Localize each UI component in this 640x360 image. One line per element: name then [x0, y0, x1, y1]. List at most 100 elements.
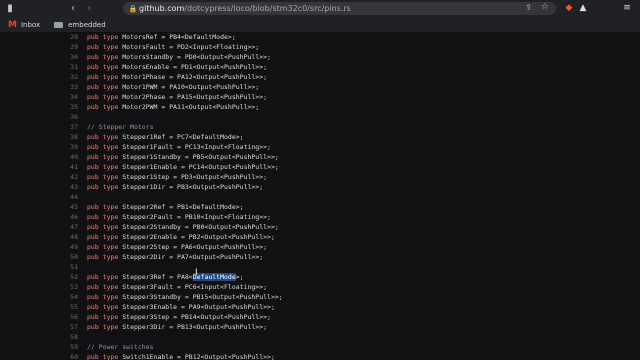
- back-icon[interactable]: ‹: [67, 1, 79, 15]
- line-number[interactable]: 55: [60, 302, 78, 312]
- line-code: pub type Stepper3Dir = PB13<Output<PushP…: [87, 323, 268, 331]
- line-number[interactable]: 41: [60, 162, 78, 172]
- line-code: pub type Stepper2Fault = PB10<Input<Floa…: [87, 213, 271, 221]
- line-number[interactable]: 37: [60, 122, 78, 132]
- code-line: 55 pub type Stepper3Enable = PA9<Output<P…: [0, 302, 640, 312]
- line-number[interactable]: 29: [60, 42, 78, 52]
- line-number[interactable]: 39: [60, 142, 78, 152]
- line-code: pub type Stepper2Enable = PB2<Output<Pus…: [87, 233, 275, 241]
- line-number[interactable]: 30: [60, 52, 78, 62]
- lock-icon: 🔒: [128, 4, 138, 13]
- line-code: pub type Stepper3Step = PB14<Output<Push…: [87, 313, 271, 321]
- line-code: pub type Stepper2Step = PA6<Output<PushP…: [87, 243, 268, 251]
- line-number[interactable]: 35: [60, 102, 78, 112]
- line-code: pub type Motor1PWM = PA10<Output<PushPul…: [87, 83, 260, 91]
- code-line: 44: [0, 192, 640, 202]
- line-code: // Power switches: [87, 343, 154, 351]
- line-code: pub type MotorsStandby = PD0<Output<Push…: [87, 53, 271, 61]
- line-code: // Stepper Motors: [87, 123, 154, 131]
- code-line: 39 pub type Stepper1Fault = PC13<Input<Fl…: [0, 142, 640, 152]
- selected-text: DefaultMode: [192, 273, 236, 281]
- line-number[interactable]: 34: [60, 92, 78, 102]
- sidebar-toggle-icon[interactable]: ▮: [4, 1, 16, 15]
- code-line: 29 pub type MotorsFault = PD2<Input<Float…: [0, 42, 640, 52]
- code-line: 50 pub type Stepper2Dir = PA7<Output<Push…: [0, 252, 640, 262]
- line-code: pub type Stepper2Dir = PA7<Output<PushPu…: [87, 253, 264, 261]
- code-view: 28 pub type MotorsRef = PB4<DefaultMode>;…: [0, 32, 640, 360]
- line-number[interactable]: 43: [60, 182, 78, 192]
- code-line: 33 pub type Motor1PWM = PA10<Output<PushP…: [0, 82, 640, 92]
- line-number[interactable]: 52: [60, 272, 78, 282]
- code-line: 31 pub type MotorsEnable = PD1<Output<Pus…: [0, 62, 640, 72]
- line-number[interactable]: 31: [60, 62, 78, 72]
- bookmark-inbox[interactable]: M Inbox: [0, 20, 40, 30]
- gmail-icon: M: [8, 19, 17, 30]
- code-line: 56 pub type Stepper3Step = PB14<Output<Pu…: [0, 312, 640, 322]
- line-number[interactable]: 33: [60, 82, 78, 92]
- line-number[interactable]: 44: [60, 192, 78, 202]
- rewards-icon[interactable]: ▲: [577, 2, 589, 14]
- line-number[interactable]: 47: [60, 222, 78, 232]
- line-number[interactable]: 59: [60, 342, 78, 352]
- line-number[interactable]: 51: [60, 262, 78, 272]
- line-number[interactable]: 57: [60, 322, 78, 332]
- line-number[interactable]: 56: [60, 312, 78, 322]
- line-code: pub type MotorsFault = PD2<Input<Floatin…: [87, 43, 260, 51]
- code-line: 46 pub type Stepper2Fault = PB10<Input<Fl…: [0, 212, 640, 222]
- line-code: pub type Motor1Phase = PA12<Output<PushP…: [87, 73, 268, 81]
- brave-shield-icon[interactable]: ◆: [563, 2, 575, 14]
- menu-icon[interactable]: ≡: [621, 2, 633, 14]
- line-number[interactable]: 42: [60, 172, 78, 182]
- line-code: pub type Switch1Enable = PB12<Output<Pus…: [87, 353, 275, 360]
- bookmarks-bar: M Inbox embedded: [0, 17, 640, 32]
- line-code: pub type Motor2Phase = PA15<Output<PushP…: [87, 93, 268, 101]
- share-icon[interactable]: ⇪: [525, 3, 532, 12]
- code-line: 54 pub type Stepper3Standby = PB15<Output…: [0, 292, 640, 302]
- code-line: 53 pub type Stepper3Fault = PC6<Input<Flo…: [0, 282, 640, 292]
- line-number[interactable]: 54: [60, 292, 78, 302]
- bookmark-label: Inbox: [20, 20, 41, 29]
- line-number[interactable]: 40: [60, 152, 78, 162]
- line-number[interactable]: 60: [60, 352, 78, 360]
- code-line: 40 pub type Stepper1Standby = PB5<Output<…: [0, 152, 640, 162]
- line-number[interactable]: 50: [60, 252, 78, 262]
- code-line: 32 pub type Motor1Phase = PA12<Output<Pus…: [0, 72, 640, 82]
- line-code: pub type MotorsRef = PB4<DefaultMode>;: [87, 33, 236, 41]
- line-code: pub type Stepper3Standby = PB15<Output<P…: [87, 293, 283, 301]
- line-code: pub type Stepper2Ref = PB1<DefaultMode>;: [87, 203, 244, 211]
- line-number[interactable]: 32: [60, 72, 78, 82]
- forward-icon[interactable]: ›: [83, 1, 95, 15]
- bookmark-star-icon[interactable]: ☆: [541, 2, 549, 12]
- line-code: pub type Motor2PWM = PA11<Output<PushPul…: [87, 103, 260, 111]
- line-number[interactable]: 49: [60, 242, 78, 252]
- url-host: github.com: [139, 4, 185, 13]
- line-number[interactable]: 36: [60, 112, 78, 122]
- line-number[interactable]: 45: [60, 202, 78, 212]
- code-line: 28 pub type MotorsRef = PB4<DefaultMode>;: [0, 32, 640, 42]
- code-line: 43 pub type Stepper1Dir = PB3<Output<Push…: [0, 182, 640, 192]
- line-number[interactable]: 53: [60, 282, 78, 292]
- line-number[interactable]: 46: [60, 212, 78, 222]
- line-number[interactable]: 48: [60, 232, 78, 242]
- line-number[interactable]: 58: [60, 332, 78, 342]
- code-line: 59 // Power switches: [0, 342, 640, 352]
- code-line: 49 pub type Stepper2Step = PA6<Output<Pus…: [0, 242, 640, 252]
- code-line: 35 pub type Motor2PWM = PA11<Output<PushP…: [0, 102, 640, 112]
- code-line: 30 pub type MotorsStandby = PD0<Output<Pu…: [0, 52, 640, 62]
- address-bar[interactable]: 🔒 github.com/dotcypress/loco/blob/stm32c…: [123, 2, 556, 15]
- line-code: pub type Stepper1Step = PD3<Output<PushP…: [87, 173, 268, 181]
- line-code: pub type Stepper1Ref = PC7<DefaultMode>;: [87, 133, 244, 141]
- bookmark-embedded[interactable]: embedded: [54, 21, 106, 29]
- url-path: /dotcypress/loco/blob/stm32c0/src/pins.r…: [184, 4, 351, 13]
- line-number[interactable]: 28: [60, 32, 78, 42]
- line-number[interactable]: 38: [60, 132, 78, 142]
- code-line: 38 pub type Stepper1Ref = PC7<DefaultMode…: [0, 132, 640, 142]
- line-code: pub type Stepper1Enable = PC14<Output<Pu…: [87, 163, 279, 171]
- code-line: 45 pub type Stepper2Ref = PB1<DefaultMode…: [0, 202, 640, 212]
- line-code: pub type Stepper3Fault = PC6<Input<Float…: [87, 283, 268, 291]
- line-code: pub type Stepper1Standby = PB5<Output<Pu…: [87, 153, 279, 161]
- line-code: pub type Stepper1Dir = PB3<Output<PushPu…: [87, 183, 264, 191]
- navigation-bar: ▮ ‹ › 🔒 github.com/dotcypress/loco/blob/…: [0, 0, 640, 17]
- code-line: 60 pub type Switch1Enable = PB12<Output<P…: [0, 352, 640, 360]
- url-text: github.com/dotcypress/loco/blob/stm32c0/…: [139, 4, 351, 13]
